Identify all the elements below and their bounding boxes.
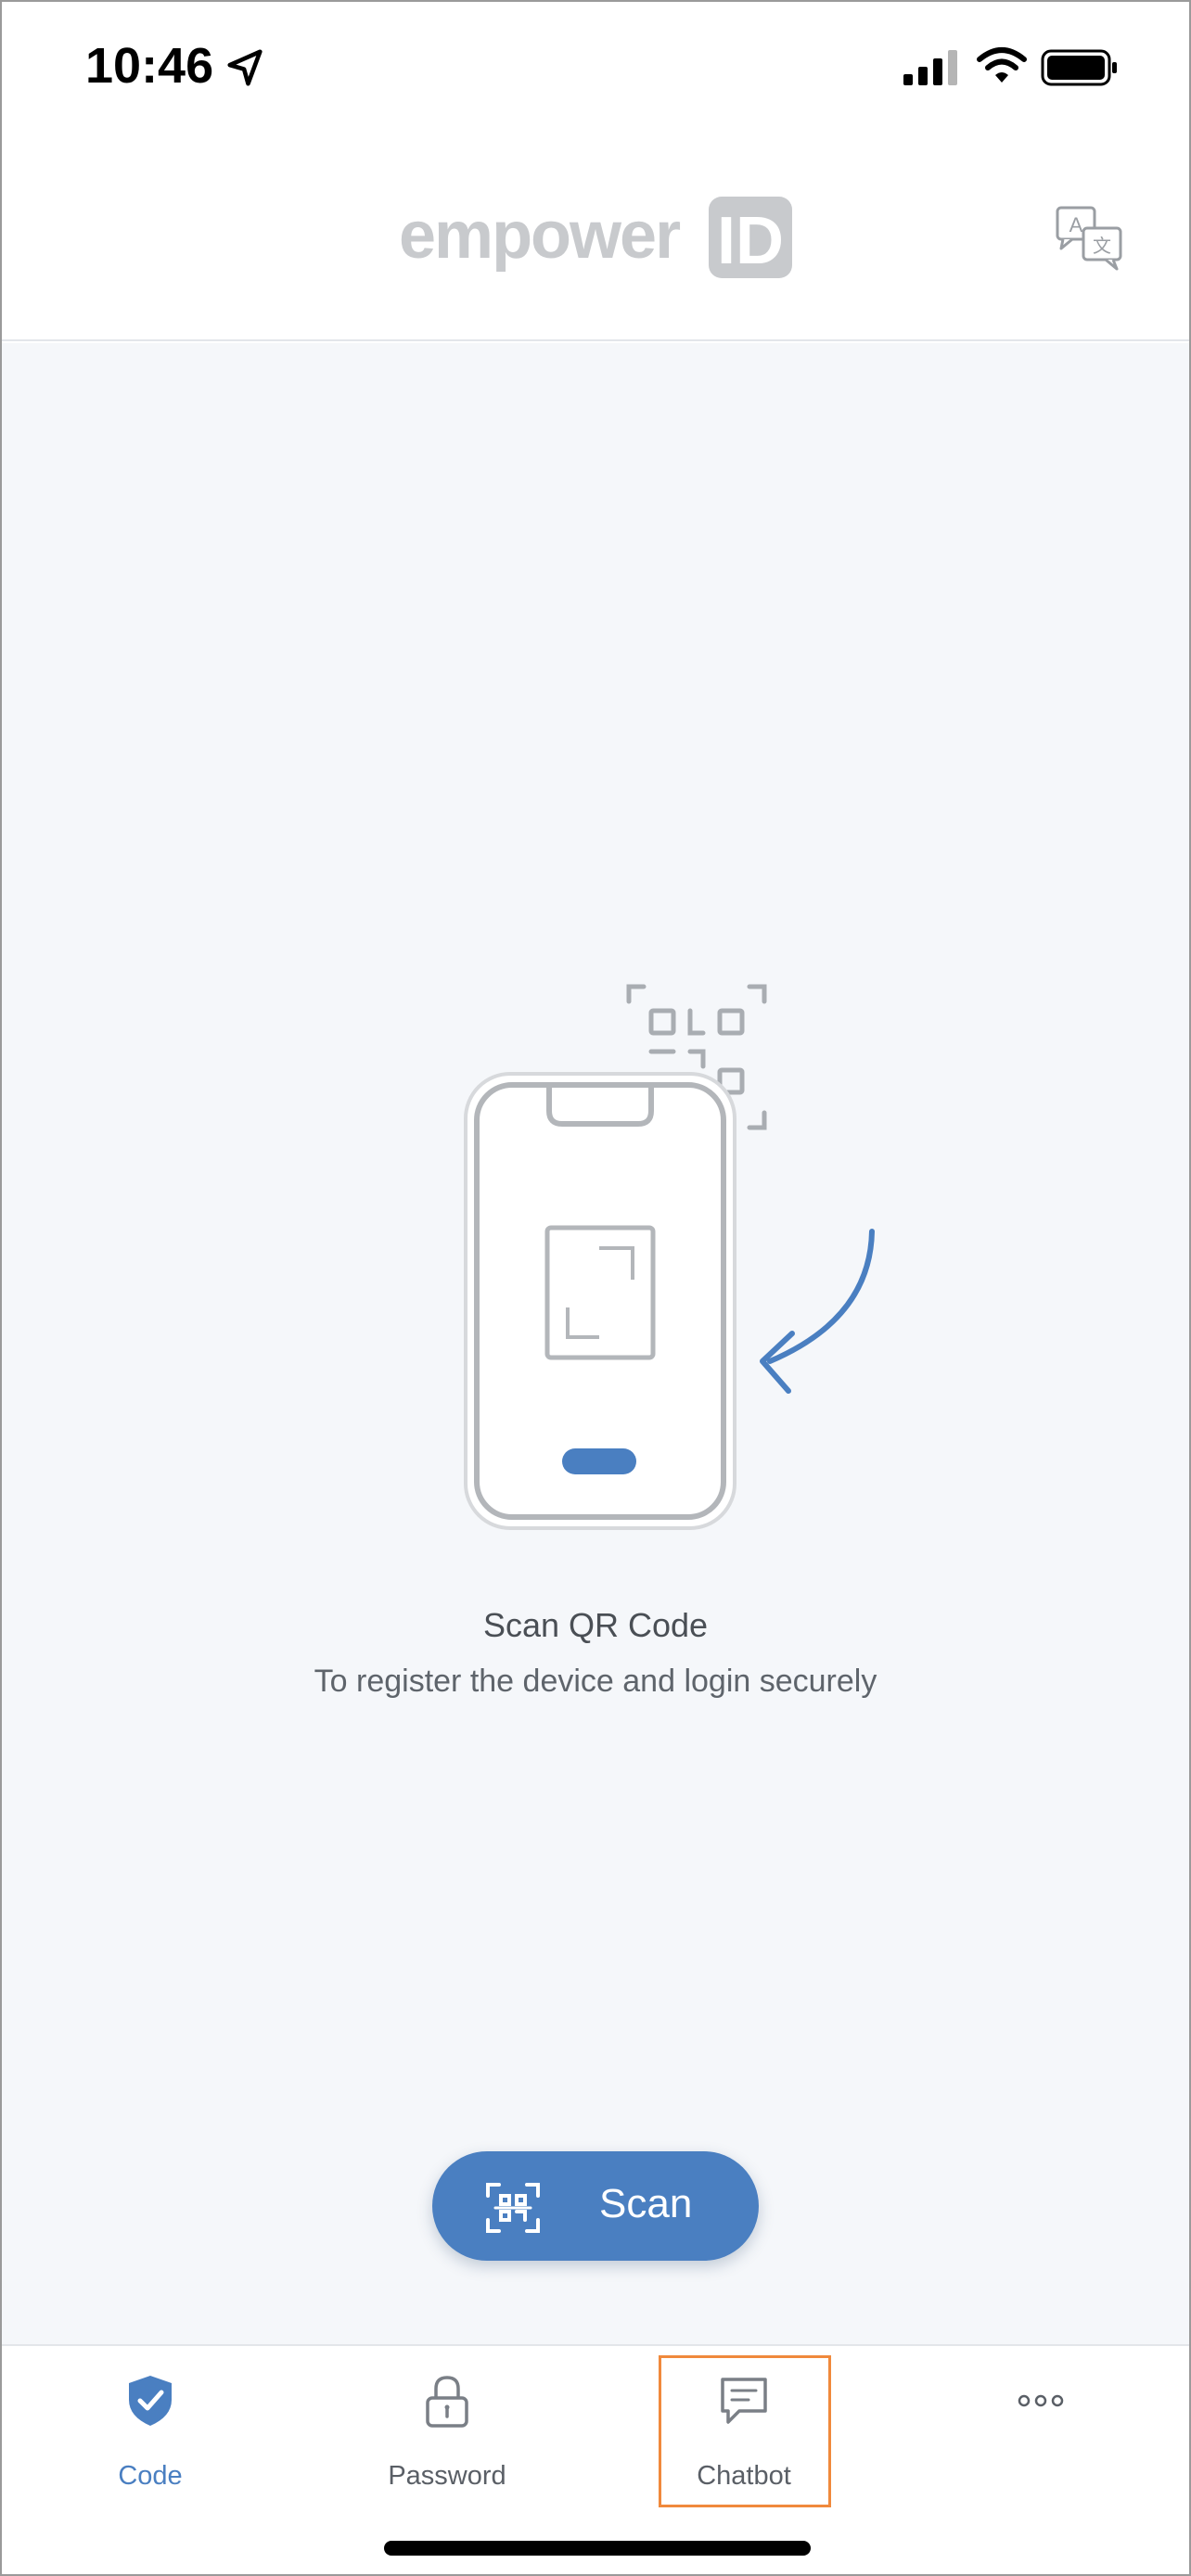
wifi-icon [977,47,1027,83]
svg-text:A: A [1069,213,1083,236]
scan-button[interactable]: Scan [432,2151,759,2261]
tab-code[interactable]: Code [2,2346,299,2531]
tab-password[interactable]: Password [299,2346,596,2531]
status-time: 10:46 [85,38,214,94]
scan-title: Scan QR Code [482,1606,709,1644]
phone-scan-qr-illustration [464,984,875,1530]
qr-scan-icon [486,2183,540,2233]
more-icon [1018,2394,1064,2407]
battery-icon [1041,49,1117,86]
logo-mark: ID [717,204,784,278]
scan-button-label: Scan [599,2181,693,2226]
tab-code-label: Code [118,2461,183,2491]
tab-password-label: Password [388,2461,506,2491]
translate-icon[interactable]: A 文 [1054,204,1126,271]
status-bar: 10:46 [2,2,1189,132]
chat-icon [721,2378,767,2424]
home-indicator [384,2541,811,2556]
logo-text: empower [399,198,680,273]
tab-chatbot[interactable]: Chatbot [596,2346,892,2531]
scan-subtitle: To register the device and login securel… [314,1664,877,1699]
app-header: empower ID A 文 [2,132,1189,341]
shield-check-icon [129,2376,172,2426]
location-arrow-icon [227,49,263,86]
empowerid-logo: empower ID [399,197,792,278]
tab-chatbot-label: Chatbot [697,2461,791,2491]
cellular-signal-icon [903,50,957,85]
app-screen: 10:46 empower ID A 文 Scan QR Code To reg… [0,0,1191,2576]
tab-more[interactable] [892,2346,1189,2531]
lock-icon [426,2376,468,2428]
svg-text:文: 文 [1093,235,1111,257]
main-content: Scan QR Code To register the device and … [2,343,1189,2346]
